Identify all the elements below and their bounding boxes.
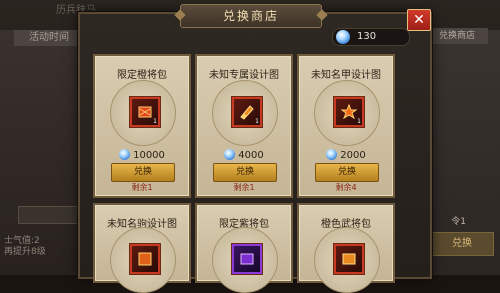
pack-art (138, 106, 152, 118)
scroll-art (240, 105, 254, 120)
orange-general-pack-icon[interactable] (334, 244, 364, 274)
item-price: 10000 (95, 149, 189, 161)
blue-gem-icon (326, 149, 338, 160)
background-morale-text: 士气值:2 再提升8级 (4, 236, 46, 258)
orange-pack-icon[interactable]: 1 (130, 97, 160, 127)
blue-gem-icon (119, 149, 131, 160)
remaining-count: 剩余4 (335, 183, 357, 192)
redeem-button[interactable]: 兑换 (315, 163, 379, 182)
remaining-count: 剩余1 (233, 183, 255, 192)
background-tab-activity-time: 活动时间 (14, 30, 84, 46)
shop-item-card: 限定紫将包 (195, 203, 293, 293)
item-name: 未知名甲设计图 (311, 70, 381, 81)
shop-item-card: 未知名驹设计图 (93, 203, 191, 293)
price-value: 4000 (238, 150, 264, 161)
item-name: 限定橙将包 (117, 70, 167, 81)
item-icon-circle (314, 227, 380, 293)
blueprint-art (138, 252, 152, 266)
item-icon-circle: 1 (212, 80, 278, 146)
item-price: 2000 (299, 149, 393, 161)
armor-blueprint-art (340, 103, 358, 120)
redeem-button[interactable]: 兑换 (213, 163, 277, 182)
background-redeem-button: 兑换 (430, 232, 494, 256)
item-icon-circle: 1 (110, 80, 176, 146)
item-name: 未知专属设计图 (209, 70, 279, 81)
shop-item-card: 橙色武将包 (297, 203, 395, 293)
general-pack-art (342, 253, 356, 265)
redeem-button[interactable]: 兑换 (111, 163, 175, 182)
blue-gem-icon (336, 30, 350, 44)
background-morale-line-2: 再提升8级 (4, 247, 46, 257)
background-morale-line-1: 士气值:2 (4, 236, 40, 246)
price-value: 10000 (133, 150, 165, 161)
close-button[interactable]: ✕ (407, 9, 431, 31)
item-icon-circle (110, 227, 176, 293)
purple-pack-icon[interactable] (232, 244, 262, 274)
currency-display: 130 (332, 28, 410, 46)
shop-item-card: 限定橙将包 1 10000 兑换 剩余1 (93, 54, 191, 198)
item-quantity: 1 (153, 118, 157, 125)
shop-item-card: 未知专属设计图 1 4000 兑换 剩余1 (195, 54, 293, 198)
orange-armor-blueprint-icon[interactable]: 1 (334, 97, 364, 127)
item-icon-circle (212, 227, 278, 293)
orange-scroll-icon[interactable]: 1 (232, 97, 262, 127)
remaining-count: 剩余1 (131, 183, 153, 192)
purple-pack-art (240, 253, 254, 265)
item-icon-circle: 1 (314, 80, 380, 146)
item-quantity: 1 (255, 118, 259, 125)
background-right-small-text: 令1 (451, 217, 466, 227)
blue-gem-icon (224, 149, 236, 160)
item-price: 4000 (197, 149, 291, 161)
background-tab-exchange-shop: 兑换商店 (426, 28, 488, 44)
item-quantity: 1 (357, 118, 361, 125)
orange-blueprint-icon[interactable] (130, 244, 160, 274)
currency-value: 130 (357, 31, 377, 42)
price-value: 2000 (340, 150, 366, 161)
dialog-title: 兑换商店 (180, 4, 322, 28)
shop-item-card: 未知名甲设计图 1 2000 兑换 剩余4 (297, 54, 395, 198)
